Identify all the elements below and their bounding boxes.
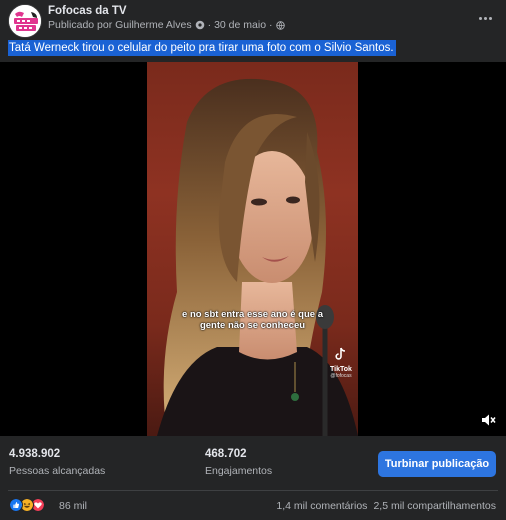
video-subtitle: e no sbt entra esse ano é que a gente nã… — [147, 309, 358, 331]
video-still-image — [157, 79, 358, 436]
more-options-button[interactable] — [474, 10, 496, 26]
reactions-bar: 86 mil 1,4 mil comentários 2,5 mil compa… — [0, 494, 506, 518]
mute-icon[interactable] — [480, 412, 496, 428]
subtitle-line-2: gente não se conheceu — [199, 320, 306, 331]
page-name[interactable]: Fofocas da TV — [48, 5, 127, 17]
tiktok-handle: @fofocas — [330, 373, 352, 379]
engagement-counts: 1,4 mil comentários 2,5 mil compartilham… — [276, 500, 496, 512]
post-date[interactable]: 30 de maio — [214, 19, 266, 31]
page-avatar[interactable] — [8, 4, 42, 38]
engagement-stat[interactable]: 468.702 Engajamentos — [205, 448, 272, 477]
meta-separator: · — [207, 19, 212, 31]
dot-icon — [483, 16, 487, 20]
meta-separator-2: · — [269, 19, 273, 31]
reaction-count[interactable]: 86 mil — [59, 500, 87, 512]
engagement-label: Engajamentos — [205, 465, 273, 477]
reach-value: 4.938.902 — [9, 448, 61, 460]
post-header: Fofocas da TV Publicado por Guilherme Al… — [0, 0, 506, 40]
tiktok-name: TikTok — [330, 366, 352, 373]
post-meta: Publicado por Guilherme Alves · 30 de ma… — [48, 19, 285, 31]
post-caption: Tatá Werneck tirou o celular do peito pr… — [8, 40, 396, 56]
post-card: Fofocas da TV Publicado por Guilherme Al… — [0, 0, 506, 520]
video-player[interactable]: e no sbt entra esse ano é que a gente nã… — [0, 62, 506, 436]
tiktok-watermark: TikTok @fofocas — [328, 347, 354, 379]
video-frame[interactable]: e no sbt entra esse ano é que a gente nã… — [147, 62, 358, 436]
comments-count[interactable]: 1,4 mil comentários — [276, 500, 367, 512]
dot-icon — [478, 16, 482, 20]
shares-count[interactable]: 2,5 mil compartilhamentos — [373, 500, 496, 512]
gear-icon — [195, 20, 204, 30]
reaction-icons[interactable] — [9, 498, 53, 512]
engagement-value: 468.702 — [205, 448, 247, 460]
subtitle-line-1: e no sbt entra esse ano é que a — [182, 309, 323, 320]
page-logo — [9, 5, 41, 37]
insights-bar: 4.938.902 Pessoas alcançadas 468.702 Eng… — [0, 436, 506, 490]
reach-stat[interactable]: 4.938.902 Pessoas alcançadas — [9, 448, 105, 477]
like-icon — [9, 498, 23, 512]
boost-post-button[interactable]: Turbinar publicação — [378, 451, 496, 477]
divider — [8, 490, 498, 491]
tiktok-logo-icon — [335, 347, 346, 360]
dot-icon — [488, 16, 492, 20]
published-by[interactable]: Publicado por Guilherme Alves — [48, 19, 192, 31]
reach-label: Pessoas alcançadas — [9, 465, 106, 477]
globe-icon[interactable] — [275, 20, 285, 30]
